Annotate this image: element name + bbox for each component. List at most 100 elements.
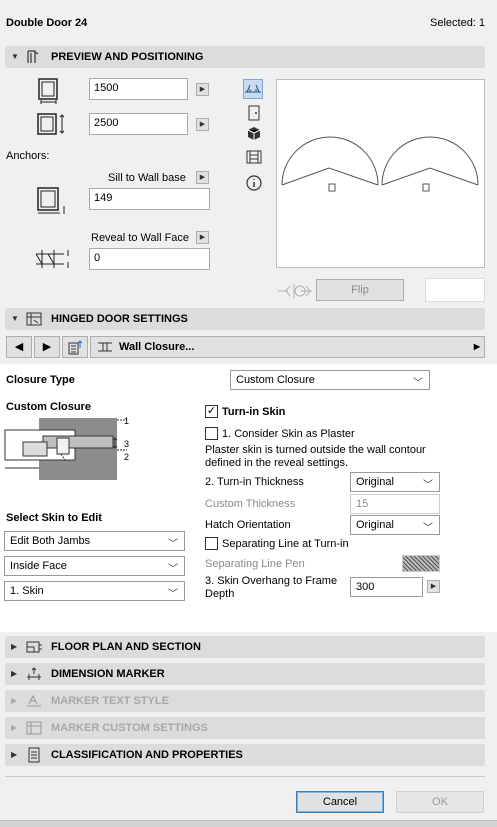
bottom-strip xyxy=(0,820,497,827)
wall-closure-icon xyxy=(98,342,112,352)
skin-number-dropdown[interactable]: 1. Skin ﹀ xyxy=(4,581,185,601)
closure-type-dropdown[interactable]: Custom Closure ﹀ xyxy=(230,370,430,390)
dim-3-label: 3 xyxy=(124,439,130,449)
skin-jambs-dropdown[interactable]: Edit Both Jambs ﹀ xyxy=(4,531,185,551)
pen-swatch[interactable] xyxy=(402,555,440,572)
overhang-input[interactable]: 300 xyxy=(350,577,423,597)
separating-pen-label: Separating Line Pen xyxy=(205,558,305,570)
page-menu-button[interactable] xyxy=(62,336,88,358)
height-menu-button[interactable]: ▶ xyxy=(196,118,209,131)
plan-view-icon xyxy=(245,84,261,93)
anchors-label: Anchors: xyxy=(6,150,50,162)
plan-view-button[interactable] xyxy=(243,79,263,99)
section-title: PREVIEW AND POSITIONING xyxy=(51,51,204,63)
marker-text-icon xyxy=(27,694,41,707)
page-selector-label: Wall Closure... xyxy=(119,341,195,353)
preview-panel xyxy=(276,79,485,268)
classification-icon xyxy=(28,747,40,763)
dialog-title: Double Door 24 xyxy=(6,17,88,29)
custom-thickness-input[interactable]: 15 xyxy=(350,494,440,514)
ok-button[interactable]: OK xyxy=(396,791,484,813)
reveal-menu-button[interactable]: ▶ xyxy=(196,231,209,244)
height-input[interactable]: 2500 xyxy=(89,113,188,135)
turn-in-thickness-value: Original xyxy=(356,476,394,488)
footer-divider xyxy=(5,776,485,777)
reveal-icon xyxy=(35,250,69,268)
overhang-value: 300 xyxy=(356,581,375,593)
closure-type-label: Closure Type xyxy=(6,374,75,386)
section-title: CLASSIFICATION AND PROPERTIES xyxy=(51,749,243,761)
plaster-note: Plaster skin is turned outside the wall … xyxy=(205,444,426,469)
chevron-down-icon: ﹀ xyxy=(168,539,178,550)
cancel-button[interactable]: Cancel xyxy=(296,791,384,813)
width-icon xyxy=(38,78,58,104)
turn-in-thickness-dropdown[interactable]: Original ﹀ xyxy=(350,472,440,492)
dim-2-label: 2 xyxy=(124,452,130,462)
custom-thickness-label: Custom Thickness xyxy=(205,498,296,510)
expand-right-icon: ▶ xyxy=(11,750,18,759)
section-view-icon[interactable] xyxy=(246,150,262,164)
sill-label: Sill to Wall base xyxy=(108,172,186,184)
selected-count: Selected: 1 xyxy=(430,17,486,29)
expand-right-icon: ▶ xyxy=(11,642,18,651)
height-icon xyxy=(37,113,65,135)
reveal-input[interactable]: 0 xyxy=(89,248,210,270)
skin-jambs-value: Edit Both Jambs xyxy=(10,535,91,547)
separating-line-label: Separating Line at Turn-in xyxy=(222,538,349,550)
flip-blank-field xyxy=(425,278,485,302)
closure-panel: Closure Type Custom Closure ﹀ Custom Clo… xyxy=(0,364,497,632)
turn-in-thickness-label: 2. Turn-in Thickness xyxy=(205,476,304,488)
hatch-orientation-dropdown[interactable]: Original ﹀ xyxy=(350,515,440,535)
chevron-down-icon: ﹀ xyxy=(413,378,423,389)
preview-section-header[interactable]: ▼ PREVIEW AND POSITIONING xyxy=(5,46,485,68)
info-icon[interactable] xyxy=(246,175,262,191)
separating-line-checkbox[interactable] xyxy=(205,537,218,550)
custom-thickness-value: 15 xyxy=(356,498,369,510)
overhang-menu-button[interactable]: ▶ xyxy=(427,580,440,593)
hinged-section-header[interactable]: ▼ HINGED DOOR SETTINGS xyxy=(5,308,485,330)
select-skin-label: Select Skin to Edit xyxy=(6,512,102,524)
classification-section-header[interactable]: ▶ CLASSIFICATION AND PROPERTIES xyxy=(5,744,485,766)
chevron-down-icon: ﹀ xyxy=(423,480,433,491)
skin-face-value: Inside Face xyxy=(10,560,67,572)
prev-page-button[interactable]: ◀ xyxy=(6,336,32,358)
door-icon xyxy=(27,50,39,63)
overhang-label: 3. Skin Overhang to Frame Depth xyxy=(205,575,338,600)
floor-plan-icon xyxy=(26,641,42,653)
sill-input[interactable]: 149 xyxy=(89,188,210,210)
marker-custom-section-header[interactable]: ▶ MARKER CUSTOM SETTINGS xyxy=(5,717,485,739)
expand-right-icon: ▶ xyxy=(11,696,18,705)
skin-number-value: 1. Skin xyxy=(10,585,44,597)
expand-down-icon: ▼ xyxy=(11,52,19,61)
door-plan-preview xyxy=(281,136,479,192)
marker-text-section-header[interactable]: ▶ MARKER TEXT STYLE xyxy=(5,690,485,712)
page-selector[interactable]: Wall Closure... ▶ xyxy=(90,336,485,358)
reveal-label: Reveal to Wall Face xyxy=(91,232,190,244)
hinged-settings-icon xyxy=(26,312,42,326)
dimension-section-header[interactable]: ▶ DIMENSION MARKER xyxy=(5,663,485,685)
hatch-orientation-label: Hatch Orientation xyxy=(205,519,291,531)
expand-down-icon: ▼ xyxy=(11,314,19,323)
consider-plaster-checkbox[interactable] xyxy=(205,427,218,440)
flip-button[interactable]: Flip xyxy=(316,279,404,301)
width-input[interactable]: 1500 xyxy=(89,78,188,100)
dimension-icon xyxy=(27,667,41,680)
3d-view-icon[interactable] xyxy=(247,126,261,141)
floor-plan-section-header[interactable]: ▶ FLOOR PLAN AND SECTION xyxy=(5,636,485,658)
skin-face-dropdown[interactable]: Inside Face ﹀ xyxy=(4,556,185,576)
next-page-button[interactable]: ▶ xyxy=(34,336,60,358)
chevron-down-icon: ﹀ xyxy=(168,589,178,600)
page-list-icon xyxy=(68,340,83,355)
sill-menu-button[interactable]: ▶ xyxy=(196,171,209,184)
section-title: DIMENSION MARKER xyxy=(51,668,165,680)
closure-type-value: Custom Closure xyxy=(236,374,315,386)
section-title: FLOOR PLAN AND SECTION xyxy=(51,641,201,653)
turn-in-skin-checkbox[interactable]: ✓ xyxy=(205,405,218,418)
elevation-view-icon[interactable] xyxy=(248,105,260,121)
chevron-down-icon: ﹀ xyxy=(423,523,433,534)
flip-icon xyxy=(278,284,312,298)
sill-icon xyxy=(37,187,65,214)
width-menu-button[interactable]: ▶ xyxy=(196,83,209,96)
page-selector-arrow-icon: ▶ xyxy=(473,342,480,351)
consider-plaster-label: 1. Consider Skin as Plaster xyxy=(222,428,355,440)
